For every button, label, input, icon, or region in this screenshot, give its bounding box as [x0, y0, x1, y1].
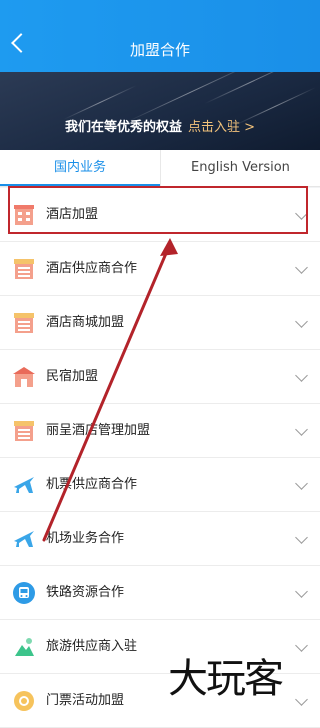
list-item-label: 门票活动加盟	[46, 693, 125, 708]
banner-text: 我们在等优秀的权益 点击入驻 >	[0, 116, 320, 135]
list-item-label: 机场业务合作	[46, 531, 125, 546]
chevron-down-icon	[295, 693, 308, 706]
hotel-icon	[14, 205, 34, 225]
chevron-down-icon	[295, 261, 308, 274]
tab-domestic[interactable]: 国内业务	[0, 150, 160, 186]
list-item-label: 旅游供应商入驻	[46, 639, 138, 654]
list-item[interactable]: 民宿加盟	[0, 350, 320, 404]
tab-bar: 国内业务 English Version	[0, 150, 320, 187]
list-item[interactable]: 铁路资源合作	[0, 566, 320, 620]
list-item-label: 酒店加盟	[46, 207, 99, 222]
chevron-down-icon	[295, 477, 308, 490]
promo-banner[interactable]: 我们在等优秀的权益 点击入驻 >	[0, 72, 320, 150]
homestay-icon	[13, 367, 35, 387]
chevron-down-icon	[295, 207, 308, 220]
chevron-down-icon	[295, 369, 308, 382]
list-item[interactable]: 酒店供应商合作	[0, 242, 320, 296]
banner-headline: 我们在等优秀的权益	[64, 120, 182, 135]
list-item-label: 铁路资源合作	[46, 585, 125, 600]
chevron-down-icon	[295, 531, 308, 544]
banner-join-link[interactable]: 点击入驻 >	[188, 120, 255, 135]
tab-english[interactable]: English Version	[160, 150, 320, 186]
plane-icon	[14, 477, 34, 493]
airport-icon	[14, 531, 34, 547]
watermark: 大玩客	[168, 656, 284, 702]
list-item[interactable]: 机票供应商合作	[0, 458, 320, 512]
list-item-label: 机票供应商合作	[46, 477, 138, 492]
tab-underline	[0, 184, 160, 186]
list-item[interactable]: 丽呈酒店管理加盟	[0, 404, 320, 458]
ticket-icon	[14, 691, 34, 711]
list-item[interactable]: 酒店加盟	[0, 188, 320, 242]
mall-icon	[14, 313, 34, 333]
list-item-label: 丽呈酒店管理加盟	[46, 423, 151, 438]
list-item[interactable]: 机场业务合作	[0, 512, 320, 566]
train-icon	[13, 582, 35, 604]
chevron-down-icon	[295, 423, 308, 436]
list-item[interactable]: 酒店商城加盟	[0, 296, 320, 350]
supplier-icon	[14, 259, 34, 279]
list-item-label: 酒店商城加盟	[46, 315, 125, 330]
app-header: 加盟合作	[0, 0, 320, 72]
list-item-label: 民宿加盟	[46, 369, 99, 384]
hotel-management-icon	[14, 421, 34, 441]
chevron-down-icon	[295, 315, 308, 328]
list-item-label: 酒店供应商合作	[46, 261, 138, 276]
chevron-down-icon	[295, 585, 308, 598]
travel-icon	[15, 638, 34, 656]
partner-list: 酒店加盟 酒店供应商合作 酒店商城加盟 民宿加盟 丽呈酒店管理加盟 机票供应商合…	[0, 188, 320, 728]
page-title: 加盟合作	[129, 41, 190, 59]
chevron-down-icon	[295, 639, 308, 652]
